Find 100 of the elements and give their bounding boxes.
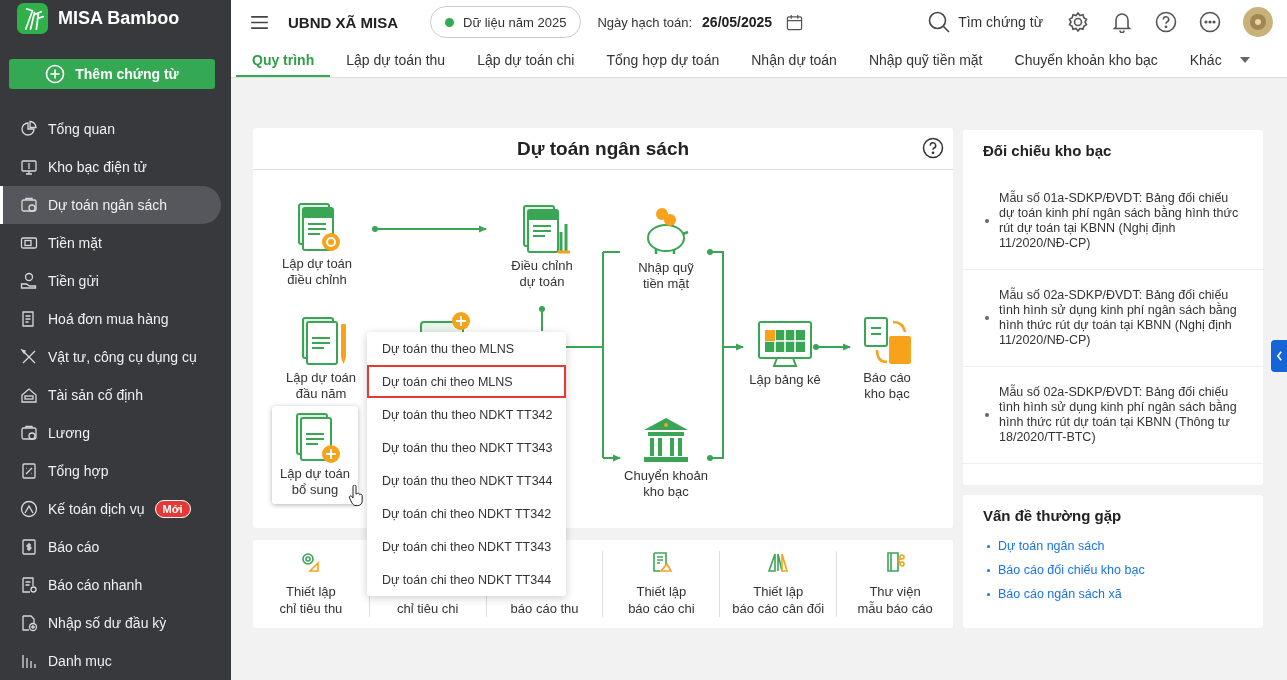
settings-tile[interactable]: Thư viện mẫu báo cáo xyxy=(836,551,953,617)
sidebar-item[interactable]: Nhập số dư đầu kỳ xyxy=(0,604,221,642)
sidebar-item-label: Tổng quan xyxy=(48,121,115,137)
process-node-label: Chuyển khoản kho bạc xyxy=(624,468,708,500)
menu-item[interactable]: Dự toán thu theo NDKT TT344 xyxy=(367,464,566,497)
process-node-label: Lập dự toán điều chỉnh xyxy=(281,256,353,288)
flow-line xyxy=(539,306,545,332)
unit-name: UBND XÃ MISA xyxy=(288,13,398,31)
help-link[interactable]: Báo cáo đối chiếu kho bạc xyxy=(998,563,1145,577)
menu-item[interactable]: Dự toán chi theo NDKT TT343 xyxy=(367,530,566,563)
tab[interactable]: Tổng hợp dự toán xyxy=(590,44,736,77)
calendar-icon[interactable] xyxy=(786,13,804,31)
bar-chart-icon xyxy=(20,652,38,670)
more-icon[interactable] xyxy=(1199,11,1221,33)
briefcase-icon xyxy=(20,424,38,442)
tab[interactable]: Lập dự toán chi xyxy=(461,44,591,77)
process-node[interactable]: Điều chỉnh dự toán xyxy=(497,198,587,296)
sidebar-item-label: Tổng hợp xyxy=(48,463,109,479)
settings-tile[interactable]: Thiết lập báo cáo cân đối xyxy=(719,551,837,617)
help-icon[interactable] xyxy=(922,137,944,159)
help-icon[interactable] xyxy=(1155,11,1177,33)
notification-bell-icon[interactable] xyxy=(1111,11,1133,33)
sidebar-item[interactable]: Dự toán ngân sách xyxy=(0,186,221,224)
process-node[interactable]: Chuyển khoản kho bạc xyxy=(621,408,711,506)
wallet-icon xyxy=(20,234,38,252)
tab[interactable]: Nhận dự toán xyxy=(735,44,853,77)
process-node-label: Lập dự toán bổ sung xyxy=(279,466,351,498)
search-button[interactable]: Tìm chứng từ xyxy=(928,11,1043,33)
tab[interactable]: Lập dự toán thu xyxy=(330,44,462,77)
process-node[interactable]: Lập dự toán điều chỉnh xyxy=(272,196,362,294)
collapse-panel-button[interactable] xyxy=(1271,340,1287,372)
card-title: Vấn đề thường gặp xyxy=(982,506,1123,526)
sidebar-item-label: Danh mục xyxy=(48,653,112,669)
card-title: Đối chiếu kho bạc xyxy=(982,141,1113,161)
sidebar-item-label: Nhập số dư đầu kỳ xyxy=(48,615,167,631)
sidebar-item[interactable]: Tổng hợp xyxy=(0,452,221,490)
sidebar-item-label: Lương xyxy=(48,425,90,441)
report-template-item[interactable]: Mẫu số 02a-SDKP/ĐVDT: Bảng đối chiếu tình hình sử dụng kinh phí ngân sách bằng hình thức rút dự toán tại KBNN (Nghị định 11/2020/NĐ-CP) xyxy=(963,270,1263,367)
process-node[interactable]: Lập bảng kê xyxy=(740,312,830,394)
process-node-label: Điều chỉnh dự toán xyxy=(511,258,573,290)
help-link[interactable]: Báo cáo ngân sách xã xyxy=(998,587,1122,601)
sidebar-item[interactable]: Danh mục xyxy=(0,642,221,680)
sidebar-item-label: Báo cáo nhanh xyxy=(48,577,143,593)
posting-date-label: Ngày hạch toán: xyxy=(597,14,693,30)
settings-icon[interactable] xyxy=(1067,11,1089,33)
menu-item[interactable]: Dự toán thu theo NDKT TT343 xyxy=(367,431,566,464)
document-dollar-icon xyxy=(20,538,38,556)
menu-item[interactable]: Dự toán chi theo MLNS xyxy=(367,365,566,398)
sidebar-item[interactable]: Vật tư, công cụ dụng cụ xyxy=(0,338,221,376)
bamboo-logo-icon xyxy=(17,3,48,35)
app-name: MISA Bamboo xyxy=(58,8,180,30)
settings-tile[interactable]: Thiết lập chỉ tiêu thu xyxy=(253,551,369,617)
process-node[interactable]: Báo cáo kho bạc xyxy=(842,310,932,408)
bullet-icon xyxy=(987,568,990,572)
tab[interactable]: Nhập quỹ tiền mặt xyxy=(852,44,999,77)
report-template-item[interactable]: Mẫu số 02a-SDKP/ĐVDT: Bảng đối chiếu tình hình sử dụng kinh phí ngân sách bằng hình thức rút dự toán tại KBNN (Thông tư 18/2020/TT-BTC) xyxy=(963,367,1263,464)
report-template-item[interactable]: Mẫu số 01a-SDKP/ĐVDT: Bảng đối chiếu dự toán kinh phí ngân sách bằng hình thức rút dự toán tại KBNN (Nghị định 11/2020/NĐ-CP) xyxy=(963,173,1263,270)
sidebar-item[interactable]: Tổng quan xyxy=(0,110,221,148)
plus-circle-icon xyxy=(45,63,66,84)
process-node-label: Lập dự toán đầu năm xyxy=(285,370,357,402)
sidebar-item-label: Tiền gửi xyxy=(48,273,99,289)
menu-icon[interactable] xyxy=(251,15,268,29)
process-node-label: Báo cáo kho bạc xyxy=(863,370,911,402)
process-node[interactable]: Lập dự toán đầu năm xyxy=(276,310,366,408)
process-node[interactable]: Lập dự toán bổ sung xyxy=(272,406,358,504)
posting-date: 26/05/2025 xyxy=(702,14,773,30)
house-icon xyxy=(20,386,38,404)
flow-line xyxy=(564,346,604,348)
sidebar-item[interactable]: Kế toán dịch vụ Mới xyxy=(0,490,221,528)
tab[interactable]: Chuyển khoản kho bạc xyxy=(998,44,1174,77)
menu-item[interactable]: Dự toán chi theo NDKT TT342 xyxy=(367,497,566,530)
data-year-button[interactable]: Dữ liệu năm 2025 xyxy=(430,6,582,38)
menu-item[interactable]: Dự toán thu theo NDKT TT342 xyxy=(367,398,566,431)
sidebar-item[interactable]: Báo cáo xyxy=(0,528,221,566)
menu-item[interactable]: Dự toán thu theo MLNS xyxy=(367,332,566,365)
bullet-icon xyxy=(987,592,990,596)
search-icon xyxy=(928,11,951,33)
document-plus-icon xyxy=(20,614,38,632)
settings-tile[interactable]: Thiết lập báo cáo chi xyxy=(602,551,720,617)
sidebar-item-label: Báo cáo xyxy=(48,539,100,555)
sidebar-item[interactable]: Báo cáo nhanh xyxy=(0,566,221,604)
process-node-label: Nhập quỹ tiền mặt xyxy=(638,260,694,292)
tools-icon xyxy=(20,348,38,366)
sidebar-item-label: Dự toán ngân sách xyxy=(48,197,168,213)
sidebar-item[interactable]: Tài sản cố định xyxy=(0,376,221,414)
sidebar-item-label: Hoá đơn mua hàng xyxy=(48,311,169,327)
sidebar-item[interactable]: Tiền gửi xyxy=(0,262,221,300)
process-node[interactable]: Nhập quỹ tiền mặt xyxy=(621,200,711,298)
avatar[interactable] xyxy=(1243,7,1273,37)
caret-icon xyxy=(1239,56,1250,63)
sidebar-item[interactable]: Lương xyxy=(0,414,221,452)
hand-cursor-icon xyxy=(348,485,364,507)
more-tab[interactable]: Khác xyxy=(1173,44,1266,77)
help-link[interactable]: Dự toán ngân sách xyxy=(998,539,1105,553)
sidebar-item[interactable]: Kho bạc điện tử xyxy=(0,148,221,186)
menu-item[interactable]: Dự toán chi theo NDKT TT344 xyxy=(367,563,566,596)
sidebar-item[interactable]: Tiền mặt xyxy=(0,224,221,262)
document-ruler-icon xyxy=(650,551,673,573)
sidebar-item[interactable]: Hoá đơn mua hàng xyxy=(0,300,221,338)
sidebar-item-label: Tài sản cố định xyxy=(48,387,143,403)
